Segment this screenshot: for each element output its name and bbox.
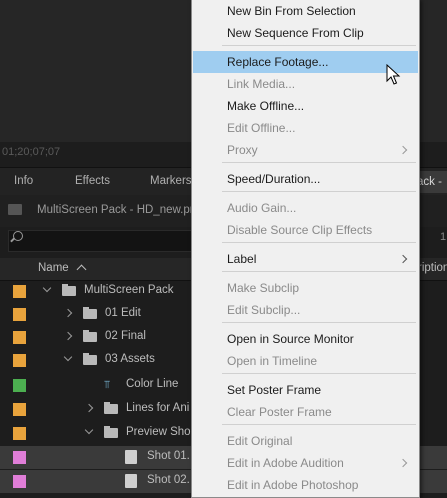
menu-item-label: Make Subclip (227, 281, 300, 295)
menu-item-label: Speed/Duration... (227, 172, 321, 186)
menu-item[interactable]: Proxy (193, 139, 418, 161)
mouse-cursor-icon (386, 64, 401, 85)
menu-item[interactable]: New Sequence From Clip (193, 22, 418, 44)
menu-separator (222, 373, 416, 374)
folder-icon (62, 284, 76, 296)
bin-icon (8, 204, 22, 215)
search-icon (13, 231, 23, 241)
menu-item[interactable]: Make Subclip (193, 277, 418, 299)
menu-item-label: Edit Original (227, 434, 293, 448)
menu-item-label: Edit Offline... (227, 121, 296, 135)
label-color-swatch[interactable] (13, 331, 26, 344)
disclosure-triangle-icon[interactable] (84, 403, 94, 413)
menu-item-label: Link Media... (227, 77, 296, 91)
disclosure-triangle-icon[interactable] (84, 425, 94, 435)
name-column-header[interactable]: Name (38, 262, 69, 274)
menu-item[interactable]: Open in Timeline (193, 350, 418, 372)
tab-markers[interactable]: Markers (150, 175, 192, 187)
menu-item-label: Make Offline... (227, 99, 305, 113)
menu-item[interactable]: Disable Source Clip Effects (193, 219, 418, 241)
folder-icon (83, 353, 97, 365)
submenu-arrow-icon (398, 145, 408, 155)
menu-item[interactable]: Edit Subclip... (193, 299, 418, 321)
project-name: MultiScreen Pack - HD_new.prp (37, 204, 200, 216)
item-name: 03 Assets (105, 353, 155, 365)
label-color-swatch[interactable] (13, 379, 26, 392)
menu-item-label: Edit in Adobe Audition (227, 456, 344, 470)
menu-item[interactable]: Edit Original (193, 430, 418, 452)
menu-item[interactable]: Make Offline... (193, 95, 418, 117)
sort-ascending-icon[interactable] (76, 264, 87, 275)
menu-item-label: Disable Source Clip Effects (227, 223, 373, 237)
label-color-swatch[interactable] (13, 451, 26, 464)
menu-item-label: Set Poster Frame (227, 383, 322, 397)
item-name: Shot 02. (147, 474, 190, 486)
menu-item-label: Open in Source Monitor (227, 332, 354, 346)
menu-item[interactable]: Label (193, 248, 418, 270)
tab-info[interactable]: Info (14, 175, 33, 187)
menu-item[interactable]: Edit in Adobe Audition (193, 452, 418, 474)
menu-item-label: New Sequence From Clip (227, 26, 364, 40)
disclosure-triangle-icon[interactable] (42, 283, 52, 293)
menu-separator (222, 424, 416, 425)
tab-effects[interactable]: Effects (75, 175, 110, 187)
menu-item-label: Proxy (227, 143, 258, 157)
item-name: 01 Edit (105, 307, 141, 319)
menu-separator (222, 322, 416, 323)
submenu-arrow-icon (398, 254, 408, 264)
folder-icon (83, 307, 97, 319)
disclosure-triangle-icon[interactable] (63, 331, 73, 341)
menu-item-label: Replace Footage... (227, 55, 329, 69)
menu-item[interactable]: Replace Footage... (193, 51, 418, 73)
timecode-display: 01;20;07;07 (2, 146, 61, 158)
menu-item[interactable]: Clear Poster Frame (193, 401, 418, 423)
item-name: MultiScreen Pack (84, 284, 174, 296)
menu-item-label: Clear Poster Frame (227, 405, 332, 419)
menu-item[interactable]: Edit in Adobe Photoshop (193, 474, 418, 496)
menu-item[interactable]: Audio Gain... (193, 197, 418, 219)
label-color-swatch[interactable] (13, 308, 26, 321)
label-color-swatch[interactable] (13, 403, 26, 416)
menu-item[interactable]: Edit Offline... (193, 117, 418, 139)
menu-separator (222, 271, 416, 272)
menu-separator (222, 162, 416, 163)
item-name: Lines for Ani (126, 402, 190, 414)
description-column-header[interactable]: ription (418, 262, 447, 274)
folder-icon (104, 402, 118, 414)
menu-item-label: Edit in Adobe Photoshop (227, 478, 359, 492)
menu-item[interactable]: Set Poster Frame (193, 379, 418, 401)
search-input[interactable] (8, 230, 194, 252)
menu-item-label: Label (227, 252, 257, 266)
item-count: 1 (440, 231, 447, 243)
clip-icon (125, 474, 137, 488)
submenu-arrow-icon (398, 458, 408, 468)
item-name: Shot 01. (147, 450, 190, 462)
label-color-swatch[interactable] (13, 427, 26, 440)
menu-separator (222, 191, 416, 192)
menu-item[interactable]: Speed/Duration... (193, 168, 418, 190)
disclosure-triangle-icon[interactable] (63, 352, 73, 362)
label-color-swatch[interactable] (13, 354, 26, 367)
item-name: 02 Final (105, 330, 146, 342)
label-color-swatch[interactable] (13, 285, 26, 298)
menu-separator (222, 242, 416, 243)
item-name: Preview Sho (126, 426, 191, 438)
menu-item[interactable]: New Bin From Selection (193, 0, 418, 22)
menu-item-label: New Bin From Selection (227, 4, 356, 18)
menu-item-label: Audio Gain... (227, 201, 297, 215)
label-color-swatch[interactable] (13, 475, 26, 488)
menu-item-label: Open in Timeline (227, 354, 318, 368)
folder-icon (104, 426, 118, 438)
menu-separator (222, 45, 416, 46)
menu-item-label: Edit Subclip... (227, 303, 301, 317)
clip-icon (125, 450, 137, 464)
menu-item[interactable]: Link Media... (193, 73, 418, 95)
menu-item[interactable]: Open in Source Monitor (193, 328, 418, 350)
disclosure-triangle-icon[interactable] (63, 308, 73, 318)
sequence-icon: ⫪ (104, 379, 111, 391)
item-name: Color Line (126, 378, 179, 390)
folder-icon (83, 330, 97, 342)
